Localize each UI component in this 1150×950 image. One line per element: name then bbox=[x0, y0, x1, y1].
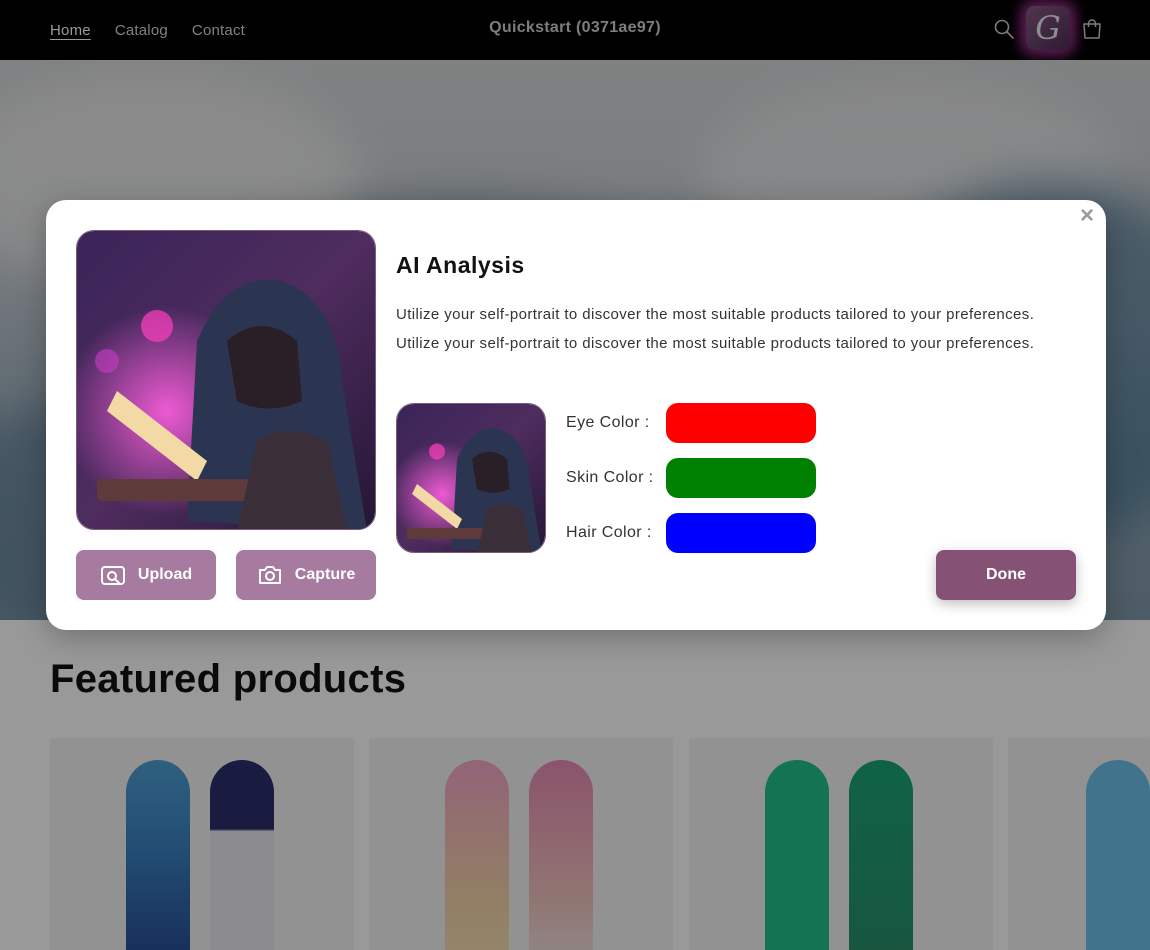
skin-color-label: Skin Color : bbox=[566, 469, 654, 486]
done-button[interactable]: Done bbox=[936, 550, 1076, 600]
modal-description: Utilize your self-portrait to discover t… bbox=[396, 306, 1035, 352]
upload-photo-icon bbox=[100, 566, 125, 585]
hair-color-swatch bbox=[666, 513, 816, 553]
upload-button[interactable]: Upload bbox=[76, 550, 216, 600]
ai-analysis-modal: × Upload Capture AI Analysis Utilize you… bbox=[46, 200, 1106, 630]
modal-title: AI Analysis bbox=[396, 252, 525, 278]
eye-color-swatch bbox=[666, 403, 816, 443]
skin-color-swatch bbox=[666, 458, 816, 498]
eye-color-label: Eye Color : bbox=[566, 414, 650, 431]
capture-button[interactable]: Capture bbox=[236, 550, 376, 600]
camera-icon bbox=[258, 566, 281, 584]
done-label: Done bbox=[986, 566, 1026, 583]
close-icon[interactable]: × bbox=[1080, 204, 1094, 228]
portrait-image bbox=[76, 230, 376, 530]
capture-label: Capture bbox=[294, 566, 356, 583]
upload-label: Upload bbox=[137, 566, 193, 583]
hair-color-label: Hair Color : bbox=[566, 524, 652, 541]
portrait-thumbnail bbox=[396, 403, 546, 553]
